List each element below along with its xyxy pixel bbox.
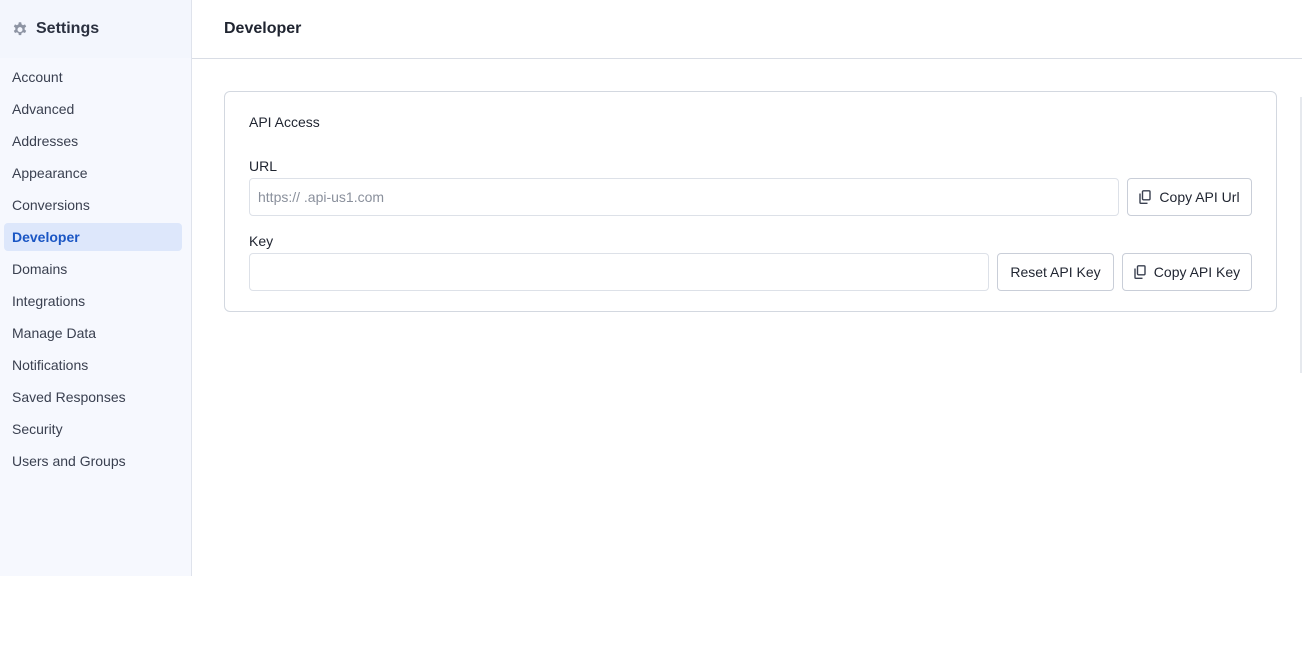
copy-api-key-button[interactable]: Copy API Key xyxy=(1122,253,1252,291)
sidebar-item-appearance[interactable]: Appearance xyxy=(4,159,182,187)
main-content: Developer API Access URL https:// .api-u… xyxy=(192,0,1302,648)
reset-api-key-label: Reset API Key xyxy=(1010,264,1101,280)
copy-icon xyxy=(1139,190,1152,204)
copy-api-key-label: Copy API Key xyxy=(1153,264,1241,280)
api-access-title: API Access xyxy=(249,114,320,130)
sidebar-item-developer[interactable]: Developer xyxy=(4,223,182,251)
sidebar-item-conversions[interactable]: Conversions xyxy=(4,191,182,219)
gear-icon xyxy=(12,21,28,37)
sidebar-item-advanced[interactable]: Advanced xyxy=(4,95,182,123)
sidebar-item-account[interactable]: Account xyxy=(4,63,182,91)
sidebar-item-manage-data[interactable]: Manage Data xyxy=(4,319,182,347)
settings-nav: Account Advanced Addresses Appearance Co… xyxy=(0,58,191,475)
api-access-card: API Access URL https:// .api-us1.com Cop… xyxy=(224,91,1277,312)
sidebar-item-integrations[interactable]: Integrations xyxy=(4,287,182,315)
settings-sidebar: Settings Account Advanced Addresses Appe… xyxy=(0,0,192,576)
sidebar-item-addresses[interactable]: Addresses xyxy=(4,127,182,155)
page-header: Developer xyxy=(192,0,1302,59)
sidebar-title: Settings xyxy=(36,20,100,37)
sidebar-item-notifications[interactable]: Notifications xyxy=(4,351,182,379)
copy-api-url-label: Copy API Url xyxy=(1159,189,1240,205)
sidebar-item-domains[interactable]: Domains xyxy=(4,255,182,283)
page-title: Developer xyxy=(224,20,302,37)
key-label: Key xyxy=(249,233,274,249)
sidebar-item-saved-responses[interactable]: Saved Responses xyxy=(4,383,182,411)
sidebar-header: Settings xyxy=(0,0,191,58)
reset-api-key-button[interactable]: Reset API Key xyxy=(997,253,1114,291)
api-url-field[interactable]: https:// .api-us1.com xyxy=(249,178,1119,216)
sidebar-item-users-and-groups[interactable]: Users and Groups xyxy=(4,447,182,475)
url-label: URL xyxy=(249,158,278,174)
copy-icon xyxy=(1134,265,1146,279)
copy-api-url-button[interactable]: Copy API Url xyxy=(1127,178,1252,216)
api-key-field[interactable] xyxy=(249,253,989,291)
sidebar-item-security[interactable]: Security xyxy=(4,415,182,443)
